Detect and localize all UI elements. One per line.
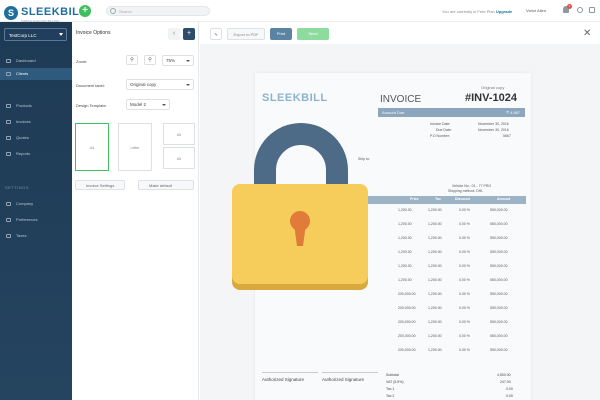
lock-icon [232, 123, 368, 290]
app-window: S SLEEKBILL SIMPLE ELEGANT BILLING + Sea… [0, 0, 600, 400]
